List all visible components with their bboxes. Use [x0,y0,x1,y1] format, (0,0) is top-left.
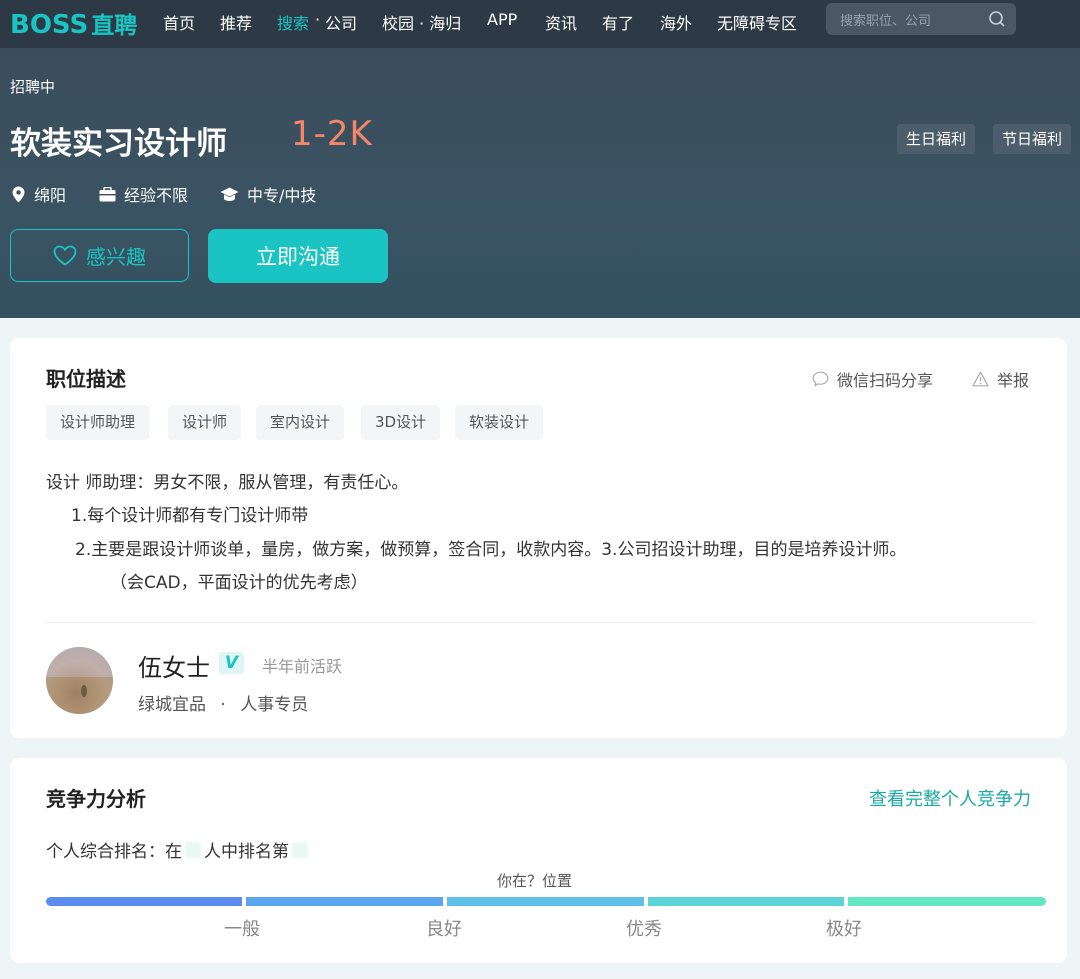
recruiter-role: 人事专员 [240,695,309,715]
nav-separator: · [315,10,321,29]
separator-dot: · [220,695,226,715]
description-title: 职位描述 [46,367,126,391]
share-label: 微信扫码分享 [837,371,934,390]
job-experience: 经验不限 [99,182,188,206]
level-label: 优秀 [626,919,662,940]
level-label: 一般 [224,919,260,940]
chat-label: 立即沟通 [256,245,340,269]
job-title: 软装实习设计师 [10,126,227,162]
nav-home[interactable]: 首页 [163,10,195,34]
report-link[interactable]: 举报 [972,367,1029,391]
logo-main: BOSS [10,10,89,40]
skill-tag[interactable]: 3D设计 [361,405,441,440]
logo-sub: 直聘 [91,13,138,39]
nav-campus[interactable]: 校园 · 海归 [382,10,461,34]
level-bar-segment [447,897,644,906]
description-line: 1.每个设计师都有专门设计师带 [71,506,309,526]
skill-tag[interactable]: 设计师 [168,405,242,440]
position-label: 你在？位置 [497,872,573,890]
recruiter-name: 伍女士 [138,654,210,682]
interest-label: 感兴趣 [86,245,146,269]
job-status: 招聘中 [10,78,56,96]
heart-icon [53,245,77,266]
briefcase-icon [99,186,116,201]
description-line: 设计 师助理：男女不限，服从管理，有责任心。 [46,473,409,493]
full-competition-link[interactable]: 查看完整个人竞争力 [869,785,1031,811]
company-name: 绿城宜品 [138,695,206,715]
recruiter-company-row: 绿城宜品 · 人事专员 [138,690,308,715]
wechat-share[interactable]: 微信扫码分享 [812,367,933,391]
job-education: 中专/中技 [220,182,316,206]
level-bar-segment [648,897,844,906]
report-label: 举报 [997,371,1030,390]
job-header: 招聘中 软装实习设计师 1-2K 生日福利 节日福利 绵阳 经验不限 中专/中技… [0,48,1080,318]
warning-icon [972,371,989,387]
interest-button[interactable]: 感兴趣 [10,229,189,282]
benefit-tag: 生日福利 [897,124,976,154]
divider [46,622,1034,623]
nav-app[interactable]: APP [487,10,517,29]
nav-youle[interactable]: 有了 [602,10,634,34]
search-icon[interactable] [988,10,1006,28]
nav-overseas[interactable]: 海外 [660,10,692,34]
level-bar-segment [848,897,1046,906]
chat-now-button[interactable]: 立即沟通 [208,229,388,283]
location-pin-icon [12,186,25,202]
verified-badge: V [219,652,244,674]
rank-prefix: 个人综合排名：在 [46,842,182,862]
experience-text: 经验不限 [124,186,189,205]
job-description-card: 职位描述 微信扫码分享 举报 设计师助理 设计师 室内设计 3D设计 软装设计 … [10,338,1067,738]
level-bar-segment [246,897,443,906]
search-placeholder: 搜索职位、公司 [840,14,932,29]
job-salary: 1-2K [291,114,373,154]
hidden-rank [292,841,308,858]
nav-company[interactable]: 公司 [325,10,357,34]
nav-accessibility[interactable]: 无障碍专区 [717,10,797,34]
skill-tag[interactable]: 室内设计 [256,405,345,440]
boss-logo[interactable]: BOSS 直聘 [10,6,137,40]
level-label: 极好 [826,919,862,940]
hidden-count [185,841,201,858]
nav-recommend[interactable]: 推荐 [220,10,252,34]
search-box[interactable]: 搜索职位、公司 [826,3,1016,35]
nav-search[interactable]: 搜索 [277,10,309,34]
skill-tag[interactable]: 软装设计 [455,405,544,440]
skill-tag[interactable]: 设计师助理 [46,405,150,440]
recruiter-active-time: 半年前活跃 [262,657,343,676]
job-location: 绵阳 [11,182,66,206]
level-bar-segment [46,897,242,906]
avatar-photo [46,647,113,714]
benefit-tag: 节日福利 [993,124,1072,154]
top-navbar: BOSS 直聘 首页 推荐 搜索 · 公司 校园 · 海归 APP 资讯 有了 海… [0,0,1080,48]
description-line: （会CAD，平面设计的优先考虑） [110,573,368,593]
location-text: 绵阳 [34,186,67,205]
rank-middle: 人中排名第 [204,842,289,862]
chat-bubble-icon [812,371,829,387]
competition-card: 竞争力分析 查看完整个人竞争力 个人综合排名：在 人中排名第 你在？位置 一般 … [10,758,1067,963]
level-label: 良好 [426,919,462,940]
rank-row: 个人综合排名：在 人中排名第 [46,837,311,862]
recruiter-avatar[interactable] [46,647,113,714]
nav-news[interactable]: 资讯 [545,10,577,34]
description-line: 2.主要是跟设计师谈单，量房，做方案，做预算，签合同，收款内容。3.公司招设计助… [75,540,907,560]
graduation-cap-icon [220,187,239,201]
education-text: 中专/中技 [247,186,317,205]
competition-title: 竞争力分析 [46,787,146,811]
